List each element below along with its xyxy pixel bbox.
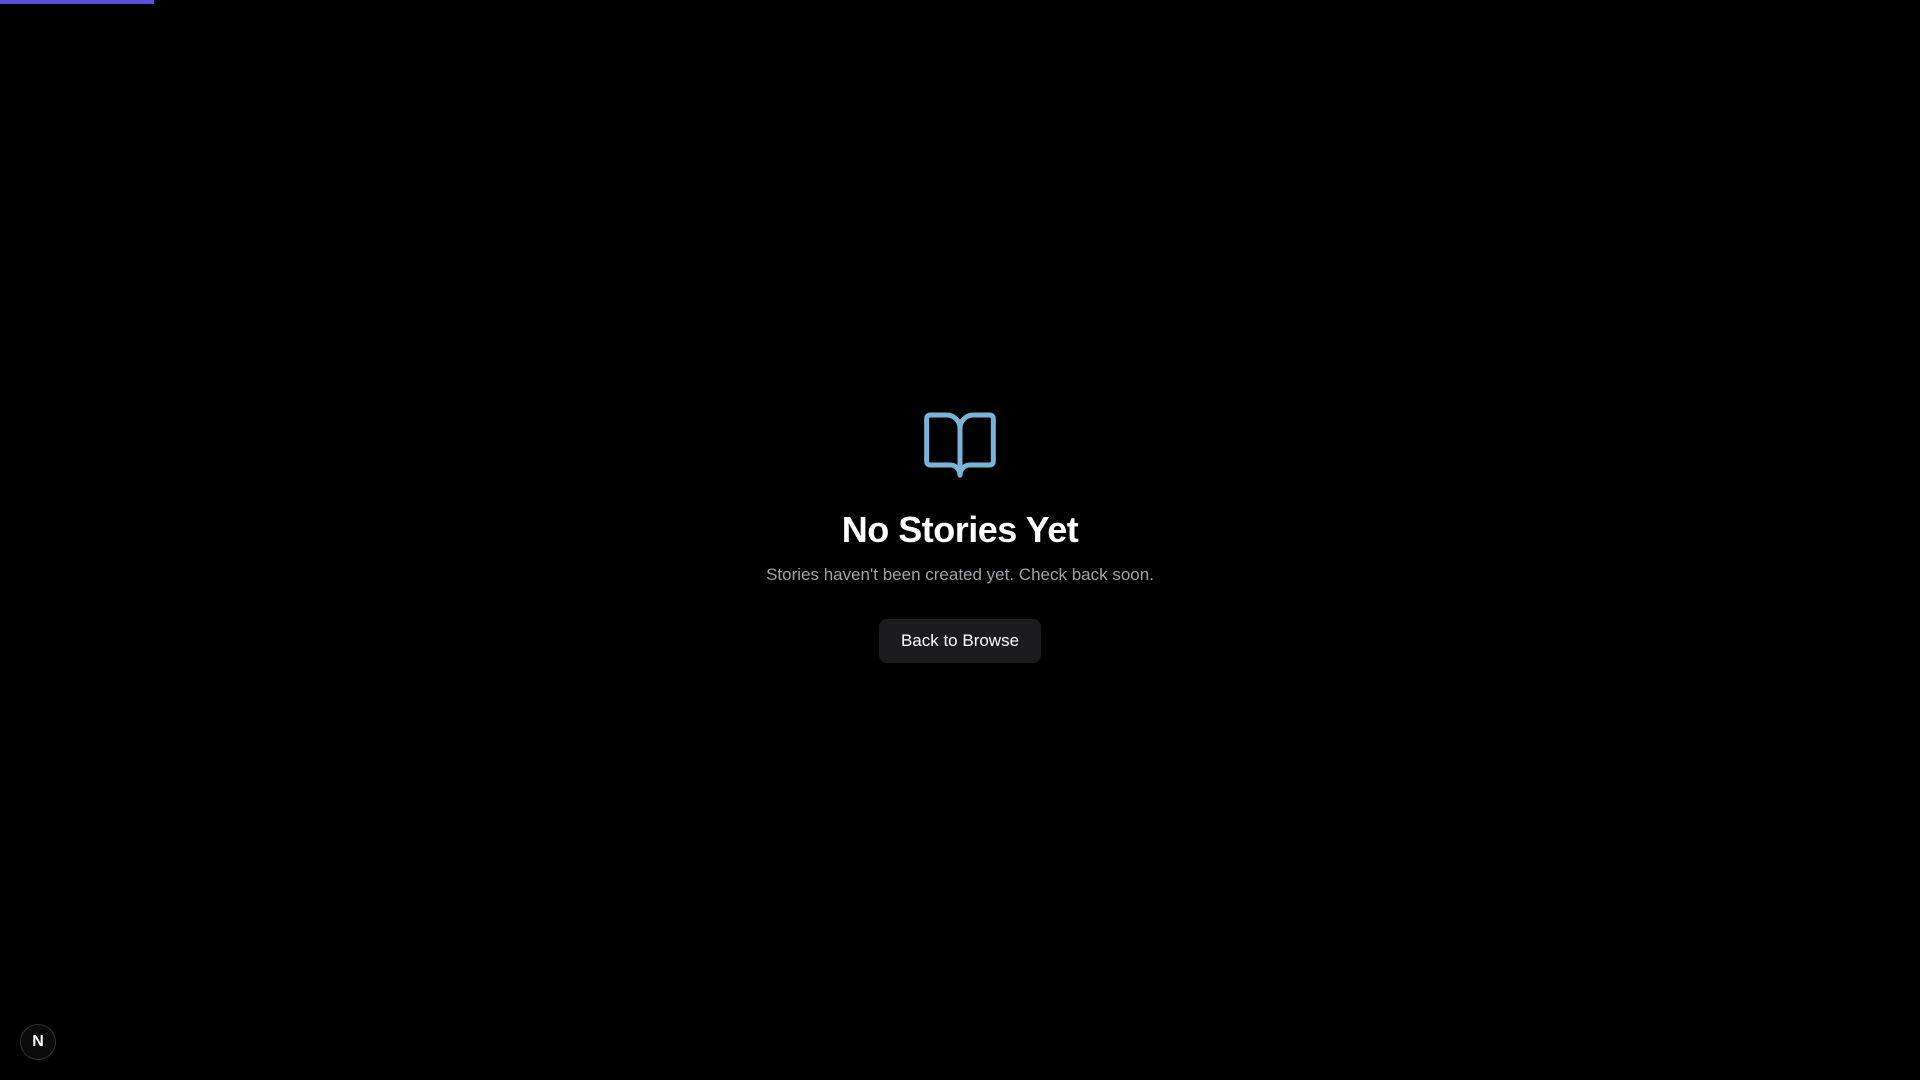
back-to-browse-button[interactable]: Back to Browse bbox=[878, 619, 1042, 663]
book-open-icon bbox=[924, 412, 996, 478]
nextjs-logo-icon: N bbox=[32, 1033, 44, 1050]
empty-state: No Stories Yet Stories haven't been crea… bbox=[0, 0, 1920, 1080]
nextjs-dev-indicator-button[interactable]: N bbox=[20, 1024, 56, 1060]
empty-state-title: No Stories Yet bbox=[841, 509, 1079, 550]
empty-state-subtitle: Stories haven't been created yet. Check … bbox=[766, 565, 1154, 584]
